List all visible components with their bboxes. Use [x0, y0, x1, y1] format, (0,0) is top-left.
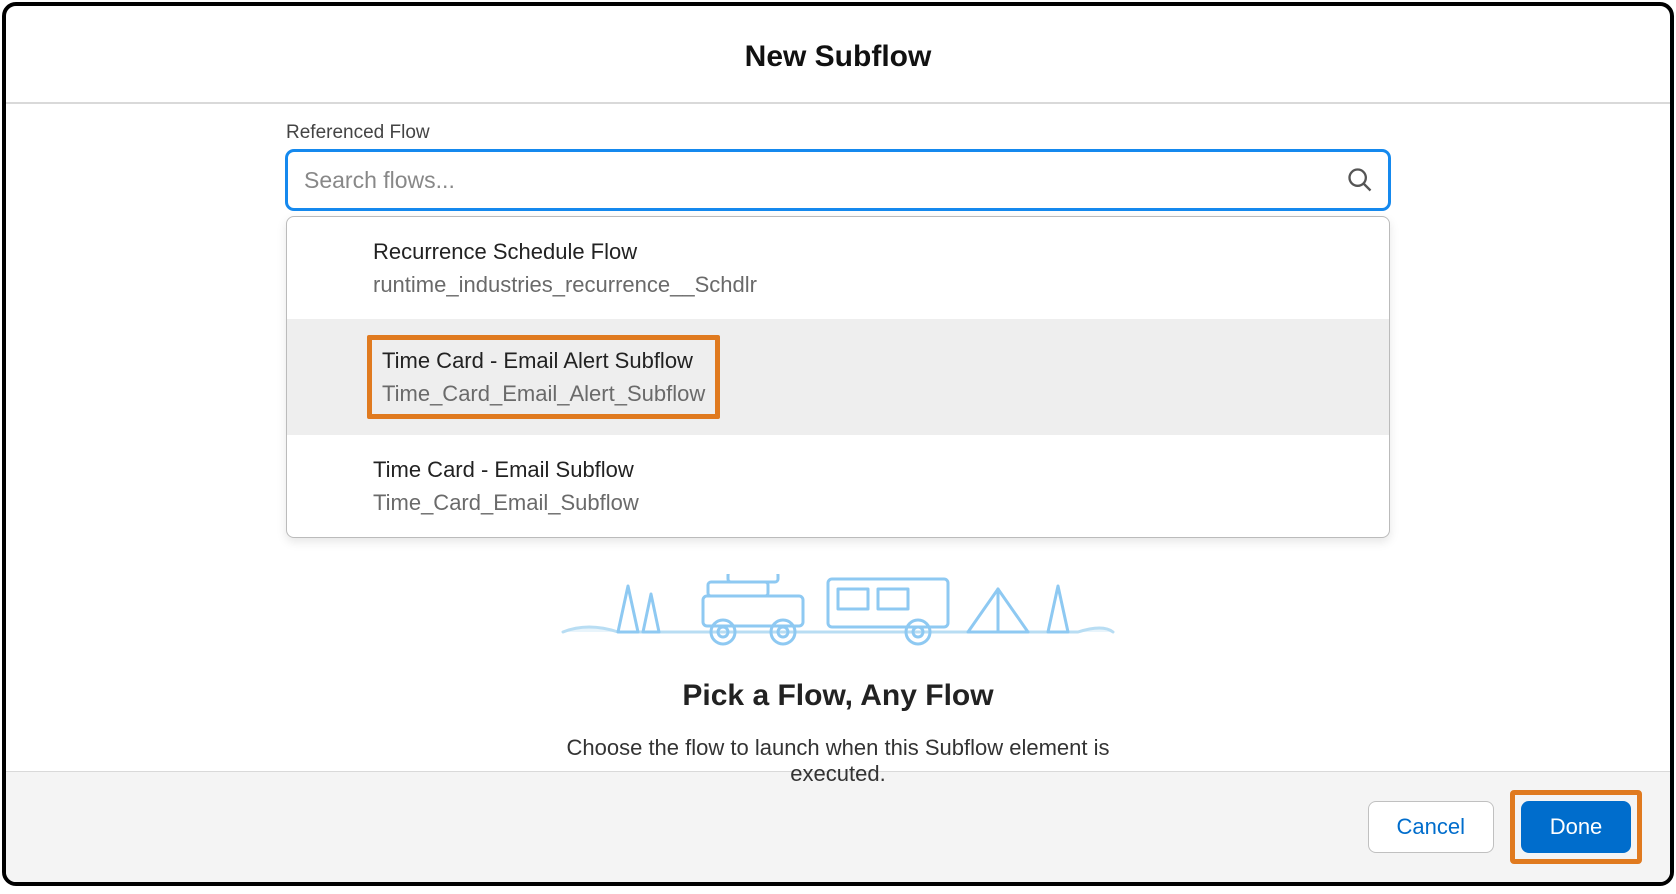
- modal-body: Referenced Flow Recurrence Schedule Flow…: [6, 104, 1670, 771]
- empty-state: Pick a Flow, Any Flow Choose the flow to…: [538, 574, 1138, 787]
- dropdown-item-label: Recurrence Schedule Flow: [373, 235, 757, 268]
- done-button[interactable]: Done: [1521, 801, 1631, 853]
- empty-state-title: Pick a Flow, Any Flow: [538, 679, 1138, 713]
- referenced-flow-label: Referenced Flow: [286, 122, 1390, 144]
- cancel-button[interactable]: Cancel: [1368, 801, 1494, 853]
- done-button-highlight: Done: [1510, 790, 1642, 864]
- search-input-wrap: [286, 150, 1390, 210]
- modal-header: New Subflow: [6, 6, 1670, 104]
- dropdown-item-recurrence[interactable]: Recurrence Schedule Flow runtime_industr…: [287, 217, 1389, 319]
- dropdown-item-email-subflow[interactable]: Time Card - Email Subflow Time_Card_Emai…: [287, 435, 1389, 537]
- search-icon: [1346, 166, 1374, 194]
- search-flows-input[interactable]: [286, 150, 1390, 210]
- modal-footer: Cancel Done: [6, 771, 1670, 882]
- flow-dropdown: Recurrence Schedule Flow runtime_industr…: [286, 216, 1390, 538]
- dropdown-item-api: runtime_industries_recurrence__Schdlr: [373, 268, 757, 301]
- modal-title: New Subflow: [6, 40, 1670, 74]
- dropdown-item-api: Time_Card_Email_Alert_Subflow: [382, 377, 705, 410]
- dropdown-item-label: Time Card - Email Subflow: [373, 453, 639, 486]
- dropdown-item-label: Time Card - Email Alert Subflow: [382, 344, 705, 377]
- camping-illustration-icon: [558, 574, 1118, 654]
- new-subflow-modal: New Subflow Referenced Flow Recurrence S…: [2, 2, 1674, 886]
- dropdown-item-api: Time_Card_Email_Subflow: [373, 486, 639, 519]
- empty-state-subtitle: Choose the flow to launch when this Subf…: [538, 735, 1138, 787]
- dropdown-item-email-alert[interactable]: Time Card - Email Alert Subflow Time_Car…: [287, 319, 1389, 435]
